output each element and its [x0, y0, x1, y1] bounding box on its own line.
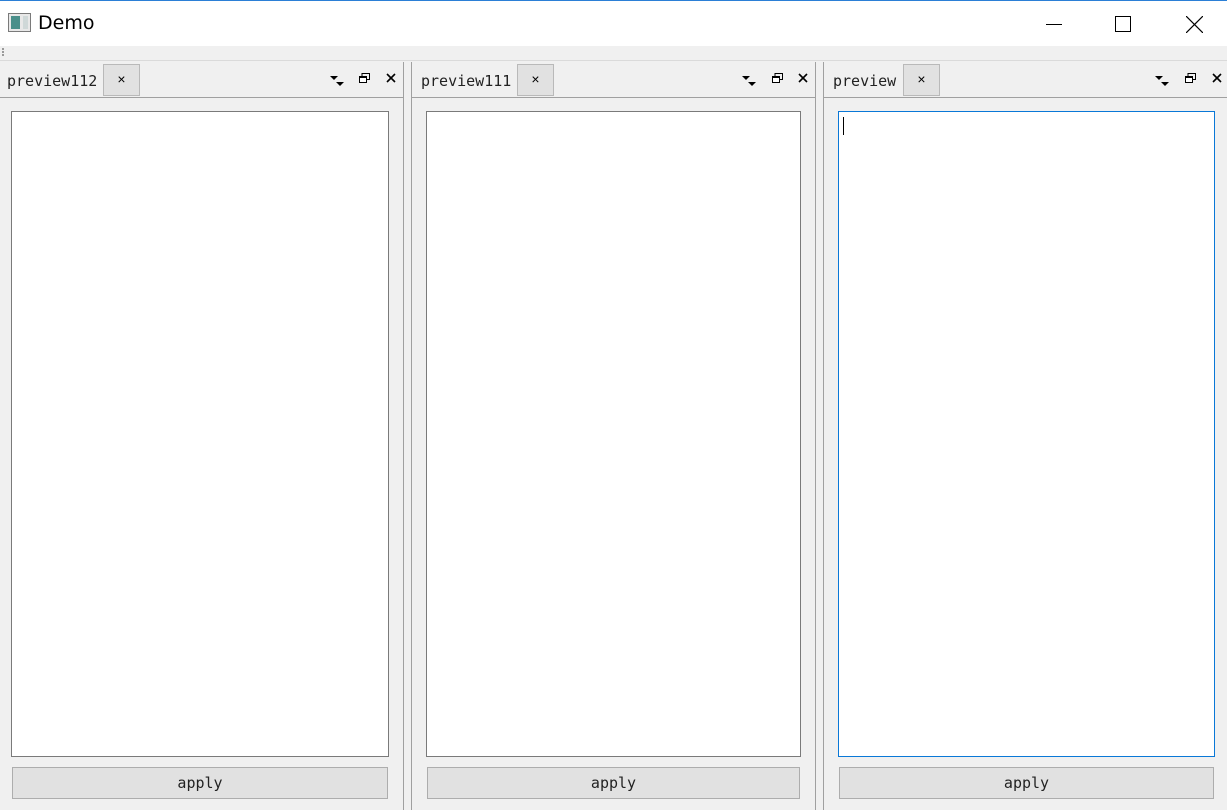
apply-button-label: apply [590, 774, 637, 792]
minimize-button[interactable] [1031, 2, 1077, 46]
toolbar-grip-handle[interactable] [2, 48, 4, 56]
apply-button-label: apply [177, 774, 223, 792]
apply-button[interactable]: apply [839, 767, 1214, 799]
undock-float-icon[interactable] [359, 70, 375, 88]
apply-button[interactable]: apply [427, 767, 800, 799]
minimize-icon [1046, 24, 1062, 25]
maximize-button[interactable] [1100, 2, 1146, 46]
close-dock-icon[interactable] [386, 70, 402, 88]
dock-tabbar: preview × [824, 62, 1227, 98]
close-window-button[interactable] [1171, 2, 1217, 46]
close-icon: × [531, 71, 540, 87]
tab-title[interactable]: preview111 [421, 72, 511, 90]
tabs-menu-dropdown-icon[interactable] [742, 70, 758, 88]
text-editor-focused[interactable] [838, 111, 1215, 757]
undock-float-icon[interactable] [1185, 70, 1201, 88]
dock-tabbar: preview112 × [0, 62, 403, 98]
dock-area-preview112: preview112 × apply [0, 62, 404, 810]
text-caret [843, 117, 844, 135]
text-editor[interactable] [11, 111, 389, 757]
dock-area-preview111: preview111 × apply [411, 62, 816, 810]
tabs-menu-dropdown-icon[interactable] [330, 70, 346, 88]
close-dock-icon[interactable] [1212, 70, 1227, 88]
dock-tabbar: preview111 × [412, 62, 815, 98]
tabs-menu-dropdown-icon[interactable] [1155, 70, 1171, 88]
toolbar-strip [0, 46, 1227, 61]
window-title: Demo [38, 12, 95, 34]
maximize-icon [1115, 16, 1131, 32]
dock-area-preview: preview × apply [823, 62, 1227, 810]
tab-close-button[interactable]: × [517, 64, 554, 96]
undock-float-icon[interactable] [772, 70, 788, 88]
close-icon: × [917, 71, 926, 87]
close-icon [1186, 16, 1203, 33]
close-dock-icon[interactable] [798, 70, 814, 88]
title-bar: Demo [0, 0, 1227, 46]
close-icon: × [117, 71, 126, 87]
apply-button-label: apply [1003, 774, 1050, 792]
text-editor[interactable] [426, 111, 801, 757]
tab-title[interactable]: preview [833, 72, 896, 90]
tab-close-button[interactable]: × [903, 64, 940, 96]
tab-title[interactable]: preview112 [7, 72, 97, 90]
tab-close-button[interactable]: × [103, 64, 140, 96]
app-icon [8, 13, 31, 32]
apply-button[interactable]: apply [12, 767, 388, 799]
